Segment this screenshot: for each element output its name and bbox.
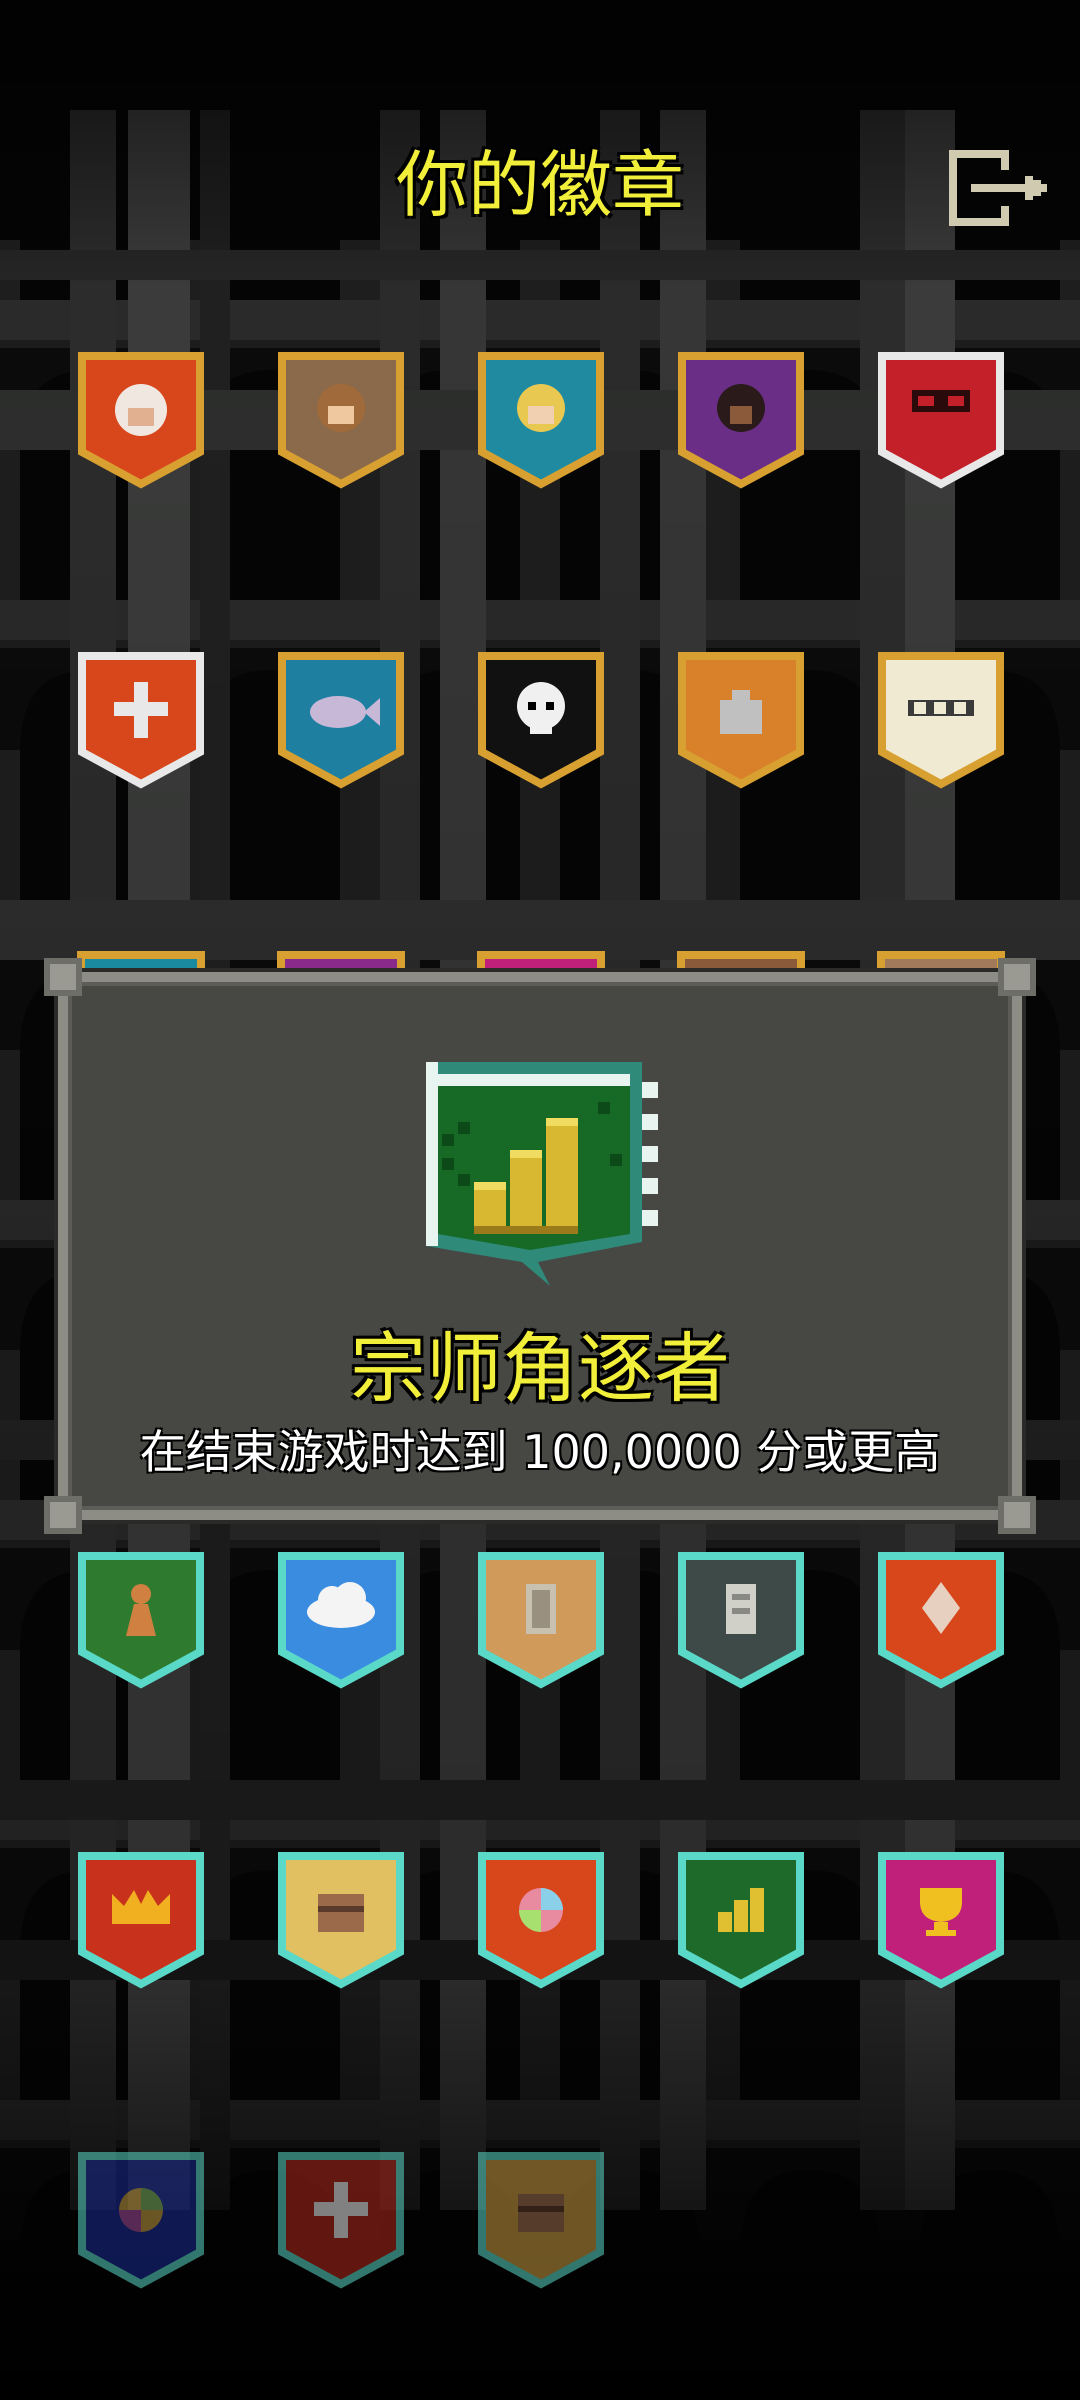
badge-description: 在结束游戏时达到 100,0000 分或更高 bbox=[139, 1425, 941, 1479]
stone-door-icon bbox=[678, 1552, 804, 1689]
badge-slot[interactable] bbox=[876, 1550, 1006, 1690]
masked-face-icon bbox=[878, 352, 1004, 489]
badge-slot[interactable] bbox=[876, 650, 1006, 790]
warrior-portrait-icon bbox=[78, 352, 204, 489]
badge-slot[interactable] bbox=[276, 1850, 406, 1990]
exit-door-icon bbox=[949, 150, 1047, 226]
exit-button[interactable] bbox=[945, 148, 1055, 228]
badge-detail-dialog[interactable]: 宗师角逐者 在结束游戏时达到 100,0000 分或更高 bbox=[44, 958, 1036, 1534]
badge-slot[interactable] bbox=[276, 650, 406, 790]
badge-slot[interactable] bbox=[276, 2150, 406, 2290]
badge-slot[interactable] bbox=[476, 2150, 606, 2290]
bag-icon bbox=[678, 652, 804, 789]
chest-icon bbox=[278, 1852, 404, 1989]
bar-chart-icon bbox=[426, 1062, 658, 1286]
badge-slot[interactable] bbox=[76, 2150, 206, 2290]
diamond-icon bbox=[878, 1552, 1004, 1689]
huntress-portrait-icon bbox=[678, 352, 804, 489]
badge-slot[interactable] bbox=[76, 1550, 206, 1690]
crown-icon bbox=[78, 1852, 204, 1989]
cross-icon bbox=[78, 652, 204, 789]
dialog-corner bbox=[998, 958, 1036, 996]
door-icon bbox=[478, 1552, 604, 1689]
dialog-corner bbox=[998, 1496, 1036, 1534]
trophy-icon bbox=[878, 1852, 1004, 1989]
badge-slot[interactable] bbox=[76, 1850, 206, 1990]
badge-slot[interactable] bbox=[76, 650, 206, 790]
teeth-icon bbox=[878, 652, 1004, 789]
fish-icon bbox=[278, 652, 404, 789]
skull-icon bbox=[478, 652, 604, 789]
globe-icon bbox=[78, 2152, 204, 2289]
dialog-corner bbox=[44, 1496, 82, 1534]
cloud-icon bbox=[278, 1552, 404, 1689]
badge-slot[interactable] bbox=[876, 1850, 1006, 1990]
pawn-icon bbox=[78, 1552, 204, 1689]
page-title: 你的徽章 bbox=[395, 143, 684, 227]
badge-slot[interactable] bbox=[676, 650, 806, 790]
badge-slot[interactable] bbox=[476, 1850, 606, 1990]
badge-title: 宗师角逐者 bbox=[350, 1324, 730, 1413]
badge-slot[interactable] bbox=[676, 1550, 806, 1690]
badge-slot[interactable] bbox=[476, 350, 606, 490]
bar-chart-icon bbox=[678, 1852, 804, 1989]
badge-slot[interactable] bbox=[76, 350, 206, 490]
badge-slot[interactable] bbox=[276, 350, 406, 490]
cross-icon bbox=[278, 2152, 404, 2289]
chest-icon bbox=[478, 2152, 604, 2289]
mage-portrait-icon bbox=[278, 352, 404, 489]
badge-slot[interactable] bbox=[476, 1550, 606, 1690]
badge-slot[interactable] bbox=[676, 350, 806, 490]
badge-slot[interactable] bbox=[676, 1850, 806, 1990]
badge-slot[interactable] bbox=[476, 650, 606, 790]
rogue-portrait-icon bbox=[478, 352, 604, 489]
dialog-corner bbox=[44, 958, 82, 996]
badge-slot[interactable] bbox=[876, 350, 1006, 490]
badge-slot[interactable] bbox=[276, 1550, 406, 1690]
rainbow-orb-icon bbox=[478, 1852, 604, 1989]
